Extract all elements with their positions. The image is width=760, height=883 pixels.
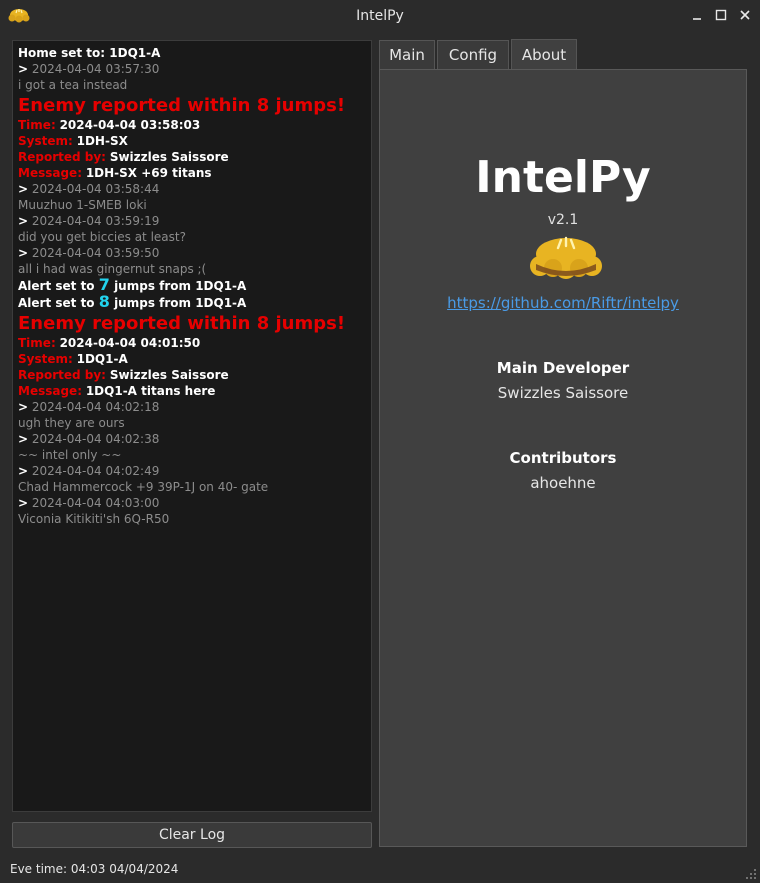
jumps-suffix: jumps from 1DQ1-A <box>114 279 247 293</box>
maximize-icon[interactable] <box>714 6 728 24</box>
log-line-message: all i had was gingernut snaps ;( <box>18 262 207 276</box>
timestamp-text: 2024-04-04 03:57:30 <box>31 62 160 76</box>
timestamp-text: 2024-04-04 03:59:19 <box>31 214 160 228</box>
jumps-suffix: jumps from 1DQ1-A <box>114 296 247 310</box>
intel-log[interactable]: Home set to: 1DQ1-A > 2024-04-04 03:57:30… <box>12 40 372 812</box>
field-value: 1DQ1-A <box>76 352 128 366</box>
github-link[interactable]: https://github.com/Riftr/intelpy <box>380 294 746 312</box>
timestamp-prefix: > <box>18 496 29 510</box>
timestamp-prefix: > <box>18 432 29 446</box>
field-label: Reported by: <box>18 368 106 382</box>
log-line-timestamp: > 2024-04-04 03:59:50 <box>18 245 366 261</box>
field-value: 2024-04-04 04:01:50 <box>59 336 201 350</box>
timestamp-text: 2024-04-04 04:02:49 <box>31 464 160 478</box>
timestamp-prefix: > <box>18 182 29 196</box>
resize-grip-icon[interactable] <box>745 868 757 880</box>
title-bar: IntelPy <box>0 0 760 31</box>
pie-icon <box>530 236 602 279</box>
jumps-prefix: Alert set to <box>18 296 95 310</box>
about-panel: IntelPy v2.1 https://github.com/Riftr/in… <box>379 69 747 847</box>
field-label: System: <box>18 134 73 148</box>
jumps-count: 8 <box>98 292 110 311</box>
log-line-message: i got a tea instead <box>18 78 128 92</box>
timestamp-prefix: > <box>18 214 29 228</box>
log-line-field: System: 1DH-SX <box>18 133 366 149</box>
log-line-field: Reported by: Swizzles Saissore <box>18 367 366 383</box>
version-label: v2.1 <box>547 212 579 228</box>
log-line-message: Viconia Kitikiti'sh 6Q-R50 <box>18 512 170 526</box>
window-title: IntelPy <box>356 7 404 24</box>
field-value: 1DH-SX <box>76 134 128 148</box>
log-line-timestamp: > 2024-04-04 03:59:19 <box>18 213 366 229</box>
log-line-alert: Enemy reported within 8 jumps! <box>18 95 346 116</box>
log-line-status: Home set to: 1DQ1-A <box>18 46 161 60</box>
timestamp-prefix: > <box>18 464 29 478</box>
main-developer-heading: Main Developer <box>496 359 630 377</box>
log-line-field: Message: 1DH-SX +69 titans <box>18 165 366 181</box>
jumps-prefix: Alert set to <box>18 279 95 293</box>
timestamp-text: 2024-04-04 03:58:44 <box>31 182 160 196</box>
close-icon[interactable] <box>738 6 752 24</box>
timestamp-prefix: > <box>18 400 29 414</box>
log-line-timestamp: > 2024-04-04 03:57:30 <box>18 61 366 77</box>
field-value: Swizzles Saissore <box>109 368 229 382</box>
log-line-message: ugh they are ours <box>18 416 125 430</box>
contributor-name: ahoehne <box>530 474 596 492</box>
tab-config[interactable]: Config <box>437 40 509 69</box>
field-label: Reported by: <box>18 150 106 164</box>
log-line-timestamp: > 2024-04-04 03:58:44 <box>18 181 366 197</box>
log-line-timestamp: > 2024-04-04 04:02:49 <box>18 463 366 479</box>
log-line-field: Reported by: Swizzles Saissore <box>18 149 366 165</box>
main-developer-name: Swizzles Saissore <box>497 384 629 402</box>
contributors-heading: Contributors <box>509 449 617 467</box>
tab-main[interactable]: Main <box>379 40 435 69</box>
log-line-message: Chad Hammercock +9 39P-1J on 40- gate <box>18 480 269 494</box>
log-line-timestamp: > 2024-04-04 04:02:38 <box>18 431 366 447</box>
field-value: 1DQ1-A titans here <box>85 384 216 398</box>
eve-time-status: Eve time: 04:03 04/04/2024 <box>10 862 179 876</box>
minimize-icon[interactable] <box>690 6 704 24</box>
log-line-field: System: 1DQ1-A <box>18 351 366 367</box>
field-label: Time: <box>18 118 56 132</box>
timestamp-text: 2024-04-04 04:02:38 <box>31 432 160 446</box>
pie-icon <box>8 9 30 23</box>
tab-bar: Main Config About <box>379 39 577 69</box>
timestamp-prefix: > <box>18 246 29 260</box>
log-line-field: Time: 2024-04-04 04:01:50 <box>18 335 366 351</box>
log-line-jumps: Alert set to 7 jumps from 1DQ1-A <box>18 277 366 294</box>
field-label: Message: <box>18 166 82 180</box>
log-line-alert: Enemy reported within 8 jumps! <box>18 313 346 334</box>
log-line-timestamp: > 2024-04-04 04:03:00 <box>18 495 366 511</box>
log-line-message: did you get biccies at least? <box>18 230 186 244</box>
log-line-jumps: Alert set to 8 jumps from 1DQ1-A <box>18 294 366 311</box>
log-line-message: Muuzhuo 1-SMEB loki <box>18 198 147 212</box>
field-label: Message: <box>18 384 82 398</box>
timestamp-text: 2024-04-04 04:03:00 <box>31 496 160 510</box>
field-label: Time: <box>18 336 56 350</box>
field-label: System: <box>18 352 73 366</box>
log-line-message: ~~ intel only ~~ <box>18 448 122 462</box>
tab-about[interactable]: About <box>511 39 577 69</box>
field-value: 1DH-SX +69 titans <box>85 166 212 180</box>
timestamp-text: 2024-04-04 03:59:50 <box>31 246 160 260</box>
log-line-timestamp: > 2024-04-04 04:02:18 <box>18 399 366 415</box>
about-title: IntelPy <box>475 152 651 203</box>
field-value: 2024-04-04 03:58:03 <box>59 118 201 132</box>
log-line-field: Time: 2024-04-04 03:58:03 <box>18 117 366 133</box>
timestamp-prefix: > <box>18 62 29 76</box>
field-value: Swizzles Saissore <box>109 150 229 164</box>
log-line-field: Message: 1DQ1-A titans here <box>18 383 366 399</box>
clear-log-button[interactable]: Clear Log <box>12 822 372 848</box>
timestamp-text: 2024-04-04 04:02:18 <box>31 400 160 414</box>
